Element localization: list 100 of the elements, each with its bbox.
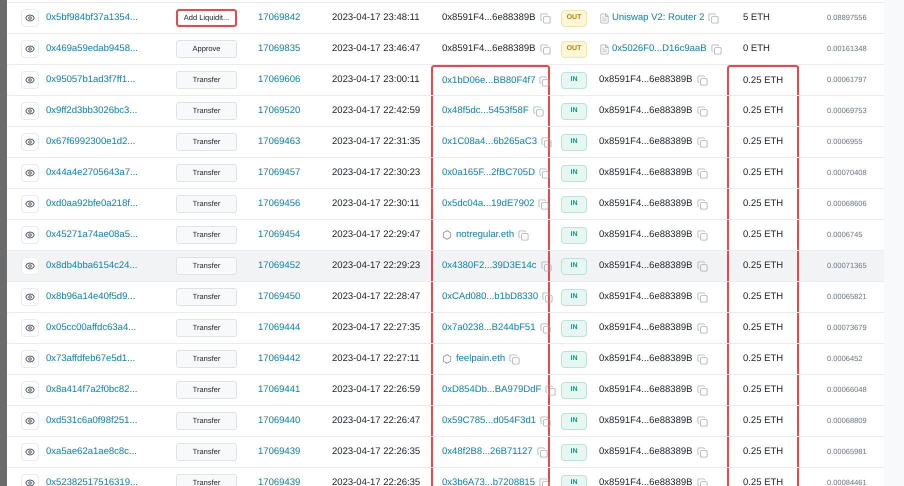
eye-button[interactable] <box>21 133 39 151</box>
transaction-hash-link[interactable]: 0x9ff2d3bb3026bc3... <box>46 104 138 118</box>
copy-icon[interactable] <box>696 230 708 240</box>
copy-icon[interactable] <box>536 446 548 458</box>
copy-icon[interactable] <box>708 12 720 24</box>
copy-icon[interactable] <box>696 168 708 178</box>
address-link[interactable]: 0x3b6A73...b7208815 <box>442 476 535 486</box>
address-link[interactable]: 0x0a165F...2fBC705D <box>442 166 535 180</box>
block-link[interactable]: 17069444 <box>258 320 300 336</box>
eye-button[interactable] <box>21 102 39 120</box>
address-link[interactable]: 0x48f2B8...26B71127 <box>442 444 533 460</box>
copy-icon[interactable] <box>538 198 550 210</box>
transaction-hash-link[interactable]: 0x52382517516319... <box>46 476 138 486</box>
transaction-hash-link[interactable]: 0xa5ae62a1ae8c8c... <box>46 444 137 460</box>
transaction-hash-link[interactable]: 0x8db4bba6154c24... <box>46 258 138 274</box>
eye-button[interactable] <box>21 71 39 89</box>
block-link[interactable]: 17069520 <box>258 104 300 118</box>
copy-icon[interactable] <box>539 76 550 86</box>
eye-button[interactable] <box>21 9 39 27</box>
address-link[interactable]: 0x59C785...d054F3d1 <box>442 414 536 428</box>
copy-icon[interactable] <box>542 292 554 302</box>
block-link[interactable]: 17069440 <box>258 414 300 428</box>
eye-button[interactable] <box>21 195 39 213</box>
copy-icon[interactable] <box>696 416 708 426</box>
transaction-hash-link[interactable]: 0x05cc00affdc63a4... <box>46 320 136 336</box>
copy-icon[interactable] <box>696 260 708 272</box>
copy-icon[interactable] <box>696 74 708 86</box>
address-link[interactable]: 0x5dc04a...19dE7902 <box>442 196 534 212</box>
eye-button[interactable] <box>21 226 39 244</box>
transaction-hash-link[interactable]: 0xd531c6a0f98f251... <box>46 414 138 428</box>
block-link[interactable]: 17069463 <box>258 134 300 150</box>
block-link[interactable]: 17069456 <box>258 196 300 212</box>
transaction-hash-link[interactable]: 0x73affdfeb67e5d1... <box>46 352 136 366</box>
ens-name-link[interactable]: notregular.eth <box>456 228 514 242</box>
eye-button[interactable] <box>21 257 39 275</box>
transaction-hash-link[interactable]: 0x45271a74ae08a5... <box>46 228 138 242</box>
eye-button[interactable] <box>21 40 39 58</box>
block-link[interactable]: 17069439 <box>258 444 300 460</box>
eye-button[interactable] <box>21 350 39 368</box>
address-link[interactable]: 0x4380F2...39D3E14c <box>442 258 537 274</box>
copy-icon[interactable] <box>696 478 708 486</box>
copy-icon[interactable] <box>540 416 552 426</box>
block-link[interactable]: 17069439 <box>258 476 300 486</box>
block-link[interactable]: 17069450 <box>258 290 300 304</box>
transaction-hash-link[interactable]: 0xd0aa92bfe0a218f... <box>46 196 138 212</box>
block-link[interactable]: 17069835 <box>258 42 300 56</box>
copy-icon[interactable] <box>696 136 708 148</box>
value-text: 0.25 ETH <box>743 444 784 459</box>
address-text: 0x8591F4...6e88389B <box>599 352 692 366</box>
copy-icon[interactable] <box>540 12 550 24</box>
copy-icon[interactable] <box>696 106 708 116</box>
date-time-text: 2023-04-17 22:31:35 <box>332 134 420 149</box>
block-link[interactable]: 17069457 <box>258 166 300 180</box>
address-link[interactable]: 0xCAd080...b1bD8330 <box>442 290 538 304</box>
address-link[interactable]: 0x7a0238...B244bF51 <box>442 320 536 336</box>
copy-icon[interactable] <box>518 230 530 240</box>
contract-link[interactable]: 0x5026F0...D16c9aaB <box>612 42 707 56</box>
block-link[interactable]: 17069441 <box>258 382 300 398</box>
transaction-hash-link[interactable]: 0x8b96a14e40f5d9... <box>46 290 136 304</box>
copy-icon[interactable] <box>696 292 708 302</box>
ens-name-link[interactable]: feelpain.eth <box>456 352 506 366</box>
copy-icon[interactable] <box>696 198 708 210</box>
copy-icon[interactable] <box>509 354 520 364</box>
address-link[interactable]: 0x1bD06e...BB80F4f7 <box>442 74 536 88</box>
eye-button[interactable] <box>21 319 39 337</box>
address-text: 0x8591F4...6e88389B <box>599 290 692 304</box>
address-link[interactable]: 0x1C08a4...6b265aC3 <box>442 134 538 150</box>
copy-icon[interactable] <box>696 446 708 458</box>
transaction-hash-link[interactable]: 0x95057b1ad3f7ff1... <box>46 72 136 88</box>
copy-icon[interactable] <box>532 106 544 116</box>
address-link[interactable]: 0xD854Db...BA979DdF <box>442 382 542 398</box>
block-link[interactable]: 17069454 <box>258 228 300 242</box>
transaction-hash-link[interactable]: 0x469a59edab9458... <box>46 42 138 56</box>
block-link[interactable]: 17069842 <box>258 10 300 26</box>
contract-link[interactable]: Uniswap V2: Router 2 <box>612 10 704 26</box>
transaction-hash-link[interactable]: 0x44a4e2705643a7... <box>46 166 138 180</box>
transaction-hash-link[interactable]: 0x67f6992300e1d2... <box>46 134 136 150</box>
eye-button[interactable] <box>21 412 39 430</box>
copy-icon[interactable] <box>696 322 708 334</box>
block-link[interactable]: 17069442 <box>258 352 300 366</box>
address-link[interactable]: 0x48f5dc...5453f58F <box>442 104 529 118</box>
copy-icon[interactable] <box>540 260 552 272</box>
copy-icon[interactable] <box>696 354 708 364</box>
eye-button[interactable] <box>21 164 39 182</box>
copy-icon[interactable] <box>540 44 550 54</box>
eye-button[interactable] <box>21 288 39 306</box>
copy-icon[interactable] <box>540 322 550 334</box>
copy-icon[interactable] <box>545 384 556 396</box>
copy-icon[interactable] <box>538 168 550 178</box>
transaction-hash-link[interactable]: 0x5bf984bf37a1354... <box>46 10 138 26</box>
copy-icon[interactable] <box>538 478 550 486</box>
transaction-hash-link[interactable]: 0x8a414f7a2f0bc82... <box>46 382 138 398</box>
copy-icon[interactable] <box>710 44 722 54</box>
copy-icon[interactable] <box>696 384 708 396</box>
copy-icon[interactable] <box>541 136 552 148</box>
block-link[interactable]: 17069606 <box>258 72 300 88</box>
block-link[interactable]: 17069452 <box>258 258 300 274</box>
eye-button[interactable] <box>21 381 39 399</box>
date-time-text: 2023-04-17 22:26:35 <box>332 444 420 459</box>
eye-button[interactable] <box>21 443 39 461</box>
